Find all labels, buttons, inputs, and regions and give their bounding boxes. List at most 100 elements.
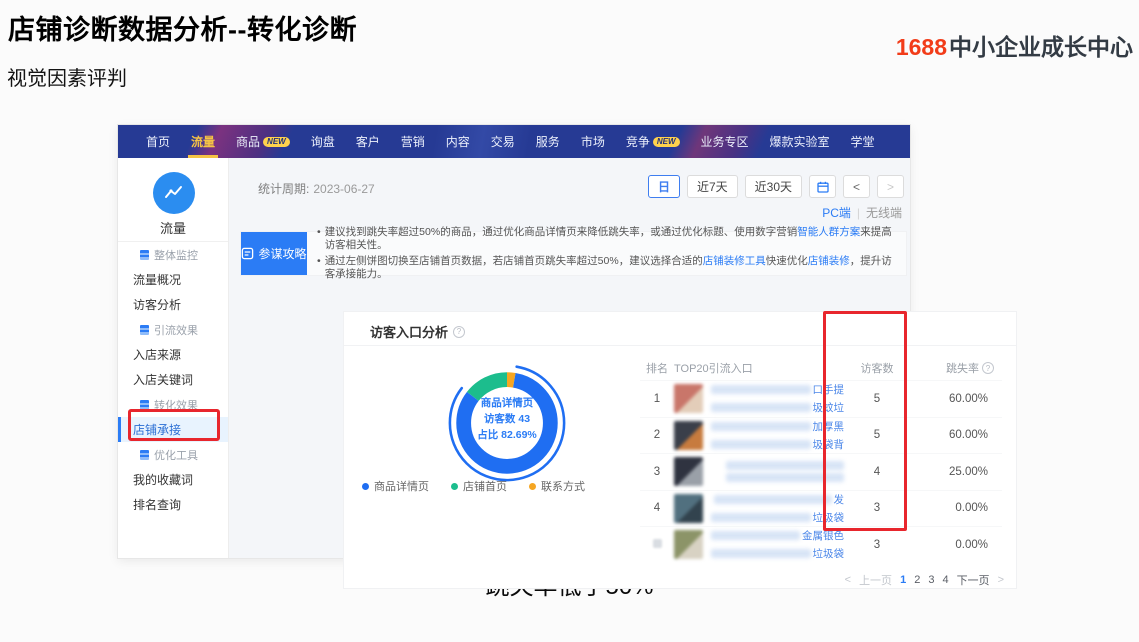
visitor-entry-panel: 访客入口分析 ? 商品详情页 访客数 43 占比 82.69% 商品详情页店铺首… — [343, 311, 1017, 589]
blurred-text — [711, 385, 811, 394]
page-2[interactable]: 2 — [914, 574, 920, 586]
tip-link[interactable]: 智能人群方案 — [797, 226, 860, 238]
page-1[interactable]: 1 — [900, 574, 906, 586]
strategy-guide-button[interactable]: 参谋攻略 — [241, 232, 307, 275]
sidebar-item-label: 入店关键词 — [133, 371, 193, 388]
product-text-fragment: 口手提 — [813, 382, 845, 397]
entry-table: 排名 TOP20引流入口 访客数 跳失率 ? 1口手提圾蚊垃560.00%2加厚… — [640, 356, 1002, 563]
tip-link[interactable]: 店铺装修 — [808, 255, 850, 267]
nav-item-label: 首页 — [146, 133, 170, 150]
prev-arrow[interactable]: < — [845, 574, 851, 586]
sidebar-item-排名查询[interactable]: 排名查询 — [118, 492, 228, 517]
sidebar-item-label: 店铺承接 — [133, 421, 181, 438]
product-cell[interactable]: 金属银色垃圾袋 — [674, 528, 844, 561]
product-text: 发垃圾袋 — [711, 492, 844, 525]
sidebar-item-入店关键词[interactable]: 入店关键词 — [118, 367, 228, 392]
nav-items: 首页 流量商品NEW 询盘客户营销 内容 交易 服务 市场 竞争NEW 业务专区 爆款实验室学堂 — [118, 125, 910, 158]
product-text-line: 金属银色 — [711, 528, 844, 543]
bounce-info-icon[interactable]: ? — [982, 362, 994, 374]
bullet-dot: • — [317, 255, 321, 281]
header-rank: 排名 — [640, 360, 674, 376]
nav-item-交易[interactable]: 交易 — [491, 125, 515, 158]
prev-page-button[interactable]: 上一页 — [859, 572, 892, 588]
legend-店铺首页[interactable]: 店铺首页 — [451, 478, 507, 494]
legend-商品详情页[interactable]: 商品详情页 — [362, 478, 429, 494]
prev-period-button[interactable]: < — [843, 175, 870, 198]
nav-item-内容[interactable]: 内容 — [446, 125, 470, 158]
range-button-近7天[interactable]: 近7天 — [687, 175, 738, 198]
blurred-text — [711, 549, 811, 558]
product-cell[interactable]: 加厚黑圾袋背 — [674, 419, 844, 452]
nav-item-学堂[interactable]: 学堂 — [851, 125, 875, 158]
nav-item-业务专区[interactable]: 业务专区 — [701, 125, 749, 158]
range-button-近30天[interactable]: 近30天 — [745, 175, 802, 198]
nav-item-竞争[interactable]: 竞争NEW — [626, 125, 680, 158]
product-text-fragment: 加厚黑 — [813, 419, 845, 434]
nav-item-首页[interactable]: 首页 — [146, 125, 170, 158]
table-row[interactable]: 4发垃圾袋30.00% — [640, 490, 1002, 527]
panel-divider — [344, 345, 1016, 346]
bullet-dot: • — [317, 226, 321, 252]
nav-item-营销[interactable]: 营销 — [401, 125, 425, 158]
next-arrow[interactable]: > — [998, 574, 1004, 586]
nav-item-label: 内容 — [446, 133, 470, 150]
legend-label: 联系方式 — [541, 478, 585, 494]
nav-item-label: 商品 — [236, 133, 260, 150]
product-thumbnail — [674, 530, 703, 559]
product-cell[interactable] — [674, 457, 844, 486]
device-tab-无线端[interactable]: 无线端 — [866, 204, 902, 221]
rank-cell — [640, 539, 674, 551]
product-cell[interactable]: 发垃圾袋 — [674, 492, 844, 525]
next-page-button[interactable]: 下一页 — [957, 572, 990, 588]
sidebar-item-访客分析[interactable]: 访客分析 — [118, 292, 228, 317]
table-row[interactable]: 金属银色垃圾袋30.00% — [640, 526, 1002, 563]
table-row[interactable]: 3425.00% — [640, 453, 1002, 490]
page-3[interactable]: 3 — [928, 574, 934, 586]
sidebar-item-流量概况[interactable]: 流量概况 — [118, 267, 228, 292]
nav-item-流量[interactable]: 流量 — [191, 125, 215, 158]
product-text-fragment: 圾袋背 — [813, 437, 845, 452]
nav-item-label: 交易 — [491, 133, 515, 150]
sidebar-item-入店来源[interactable]: 入店来源 — [118, 342, 228, 367]
header-bounce-rate-text: 跳失率 — [946, 360, 979, 376]
nav-item-客户[interactable]: 客户 — [356, 125, 380, 158]
info-icon[interactable]: ? — [453, 326, 465, 338]
visitor-entry-donut-chart[interactable] — [442, 358, 572, 488]
device-tab-divider: | — [857, 206, 860, 220]
next-period-button[interactable]: > — [877, 175, 904, 198]
traffic-app-icon — [153, 172, 195, 214]
table-row[interactable]: 2加厚黑圾袋背560.00% — [640, 417, 1002, 454]
strategy-guide-label: 参谋攻略 — [258, 245, 306, 262]
sidebar-item-店铺承接[interactable]: 店铺承接 — [118, 417, 228, 442]
nav-item-商品[interactable]: 商品NEW — [236, 125, 290, 158]
legend-联系方式[interactable]: 联系方式 — [529, 478, 585, 494]
nav-item-市场[interactable]: 市场 — [581, 125, 605, 158]
nav-item-label: 业务专区 — [701, 133, 749, 150]
blurred-text — [714, 495, 832, 504]
sidebar-item-我的收藏词[interactable]: 我的收藏词 — [118, 467, 228, 492]
nav-item-label: 竞争 — [626, 133, 650, 150]
product-cell[interactable]: 口手提圾蚊垃 — [674, 382, 844, 415]
nav-item-询盘[interactable]: 询盘 — [311, 125, 335, 158]
brand-logo-text: 中小企业成长中心 — [949, 34, 1133, 60]
bounce-rate-cell: 25.00% — [910, 466, 1002, 478]
sidebar-item-label: 访客分析 — [133, 296, 181, 313]
table-row[interactable]: 1口手提圾蚊垃560.00% — [640, 380, 1002, 417]
page-4[interactable]: 4 — [942, 574, 948, 586]
sidebar-item-label: 我的收藏词 — [133, 471, 193, 488]
nav-item-爆款实验室[interactable]: 爆款实验室 — [770, 125, 830, 158]
calendar-button[interactable] — [809, 175, 836, 198]
range-button-日[interactable]: 日 — [648, 175, 680, 198]
nav-item-服务[interactable]: 服务 — [536, 125, 560, 158]
slide-subtitle: 视觉因素评判 — [7, 62, 127, 91]
device-tab-PC端[interactable]: PC端 — [822, 204, 851, 221]
nav-item-label: 市场 — [581, 133, 605, 150]
tip-bullet: •通过左侧饼图切换至店铺首页数据，若店铺首页跳失率超过50%，建议选择合适的店铺… — [317, 255, 896, 281]
product-text-fragment: 金属银色 — [802, 528, 844, 543]
tip-link[interactable]: 店铺装修工具 — [703, 255, 766, 267]
stat-period-value: 2023-06-27 — [313, 182, 374, 196]
product-text: 金属银色垃圾袋 — [711, 528, 844, 561]
calendar-icon — [817, 181, 829, 193]
legend-label: 商品详情页 — [374, 478, 429, 494]
dashboard-screenshot: 首页流量商品NEW询盘客户营销内容交易服务市场竞争NEW业务专区爆款实验室学堂 … — [118, 125, 910, 558]
